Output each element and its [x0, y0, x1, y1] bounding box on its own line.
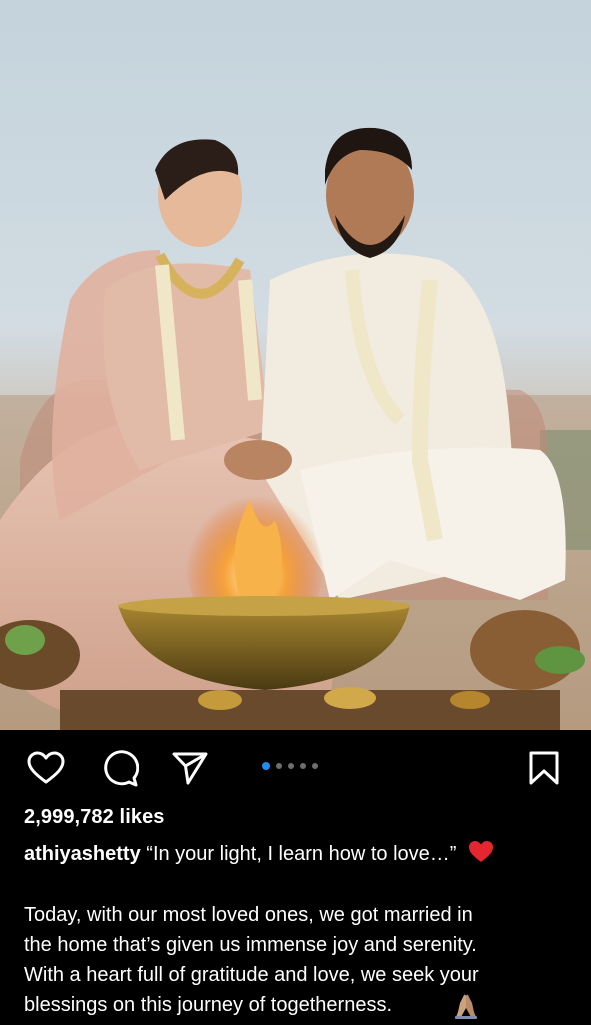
praying-hands-emoji-icon [452, 992, 480, 1025]
heart-outline-icon [27, 751, 65, 784]
red-heart-emoji-icon [468, 840, 494, 869]
caption-header: athiyashetty “In your light, I learn how… [24, 840, 494, 869]
carousel-dot [312, 763, 318, 769]
likes-count[interactable]: 2,999,782 likes [24, 806, 165, 829]
comment-bubble-icon [104, 750, 139, 787]
carousel-indicator [262, 762, 318, 770]
caption-username[interactable]: athiyashetty [24, 843, 141, 865]
carousel-dot [288, 763, 294, 769]
comment-button[interactable] [98, 748, 142, 788]
caption-title: “In your light, I learn how to love…” [146, 843, 457, 865]
bookmark-icon [529, 751, 559, 785]
share-button[interactable] [168, 748, 212, 788]
carousel-dot [300, 763, 306, 769]
post-action-bar [0, 730, 591, 804]
paper-plane-icon [172, 752, 208, 785]
carousel-dot-active [262, 762, 270, 770]
caption-body: Today, with our most loved ones, we got … [24, 904, 479, 1016]
wedding-photo-illustration [0, 127, 591, 730]
post-photo[interactable] [0, 0, 591, 730]
like-button[interactable] [24, 748, 68, 788]
save-button[interactable] [522, 748, 566, 788]
carousel-dot [276, 763, 282, 769]
